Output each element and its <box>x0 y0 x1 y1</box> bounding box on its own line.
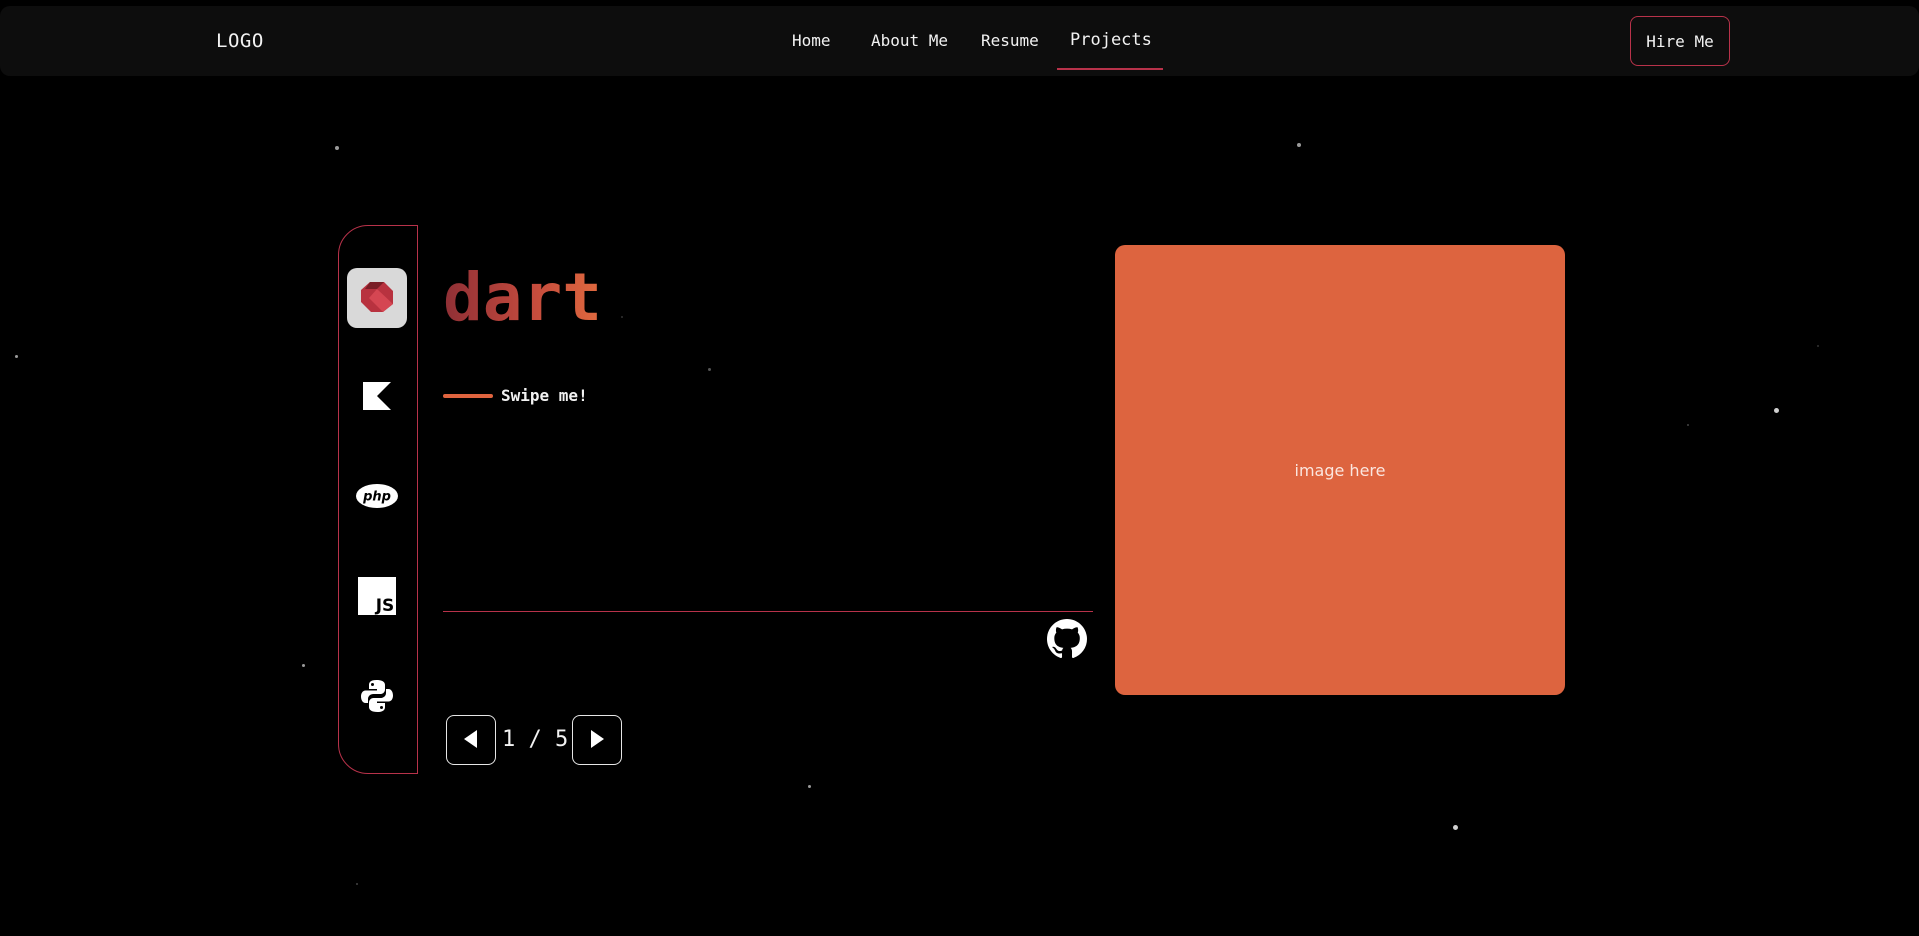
triangle-left-icon <box>461 728 481 753</box>
star-dot <box>302 664 305 667</box>
svg-text:JS: JS <box>375 596 395 615</box>
sidebar-item-python[interactable] <box>347 668 407 728</box>
prev-button[interactable] <box>446 715 496 765</box>
star-dot <box>1774 408 1779 413</box>
project-image-placeholder: image here <box>1115 245 1565 695</box>
swipe-hint: Swipe me! <box>501 386 588 405</box>
dart-icon <box>357 276 397 320</box>
next-button[interactable] <box>572 715 622 765</box>
nav-link-about-me[interactable]: About Me <box>871 31 948 50</box>
triangle-right-icon <box>587 728 607 753</box>
nav-link-projects[interactable]: Projects <box>1070 30 1152 50</box>
language-sidebar: php JS <box>338 225 418 774</box>
project-title: dart <box>443 259 602 336</box>
kotlin-icon <box>361 380 393 416</box>
sidebar-item-javascript[interactable]: JS <box>347 568 407 628</box>
star-dot <box>708 368 711 371</box>
content-divider <box>443 611 1093 612</box>
page-indicator: 1 / 5 <box>502 727 569 752</box>
svg-text:php: php <box>362 490 391 505</box>
image-placeholder-text: image here <box>1294 460 1386 480</box>
star-dot <box>1687 424 1689 426</box>
star-dot <box>15 355 18 358</box>
sidebar-item-dart[interactable] <box>347 268 407 328</box>
star-dot <box>621 316 623 318</box>
github-link[interactable] <box>1047 619 1087 659</box>
python-icon <box>359 678 395 718</box>
github-icon <box>1047 619 1087 663</box>
star-dot <box>1297 143 1301 147</box>
star-dot <box>1453 825 1458 830</box>
star-dot <box>335 146 339 150</box>
star-dot <box>808 785 811 788</box>
nav-link-home[interactable]: Home <box>792 31 831 50</box>
swipe-line-decoration <box>443 394 493 398</box>
php-icon: php <box>355 483 399 513</box>
active-nav-underline <box>1057 68 1163 70</box>
star-dot <box>356 883 358 885</box>
sidebar-item-kotlin[interactable] <box>347 368 407 428</box>
javascript-icon: JS <box>358 577 396 619</box>
sidebar-item-php[interactable]: php <box>347 468 407 528</box>
hire-me-button[interactable]: Hire Me <box>1630 16 1730 66</box>
logo[interactable]: LOGO <box>216 30 264 52</box>
nav-link-resume[interactable]: Resume <box>981 31 1039 50</box>
star-dot <box>1817 345 1819 347</box>
navbar: LOGO Home About Me Resume Projects Hire … <box>0 6 1919 76</box>
